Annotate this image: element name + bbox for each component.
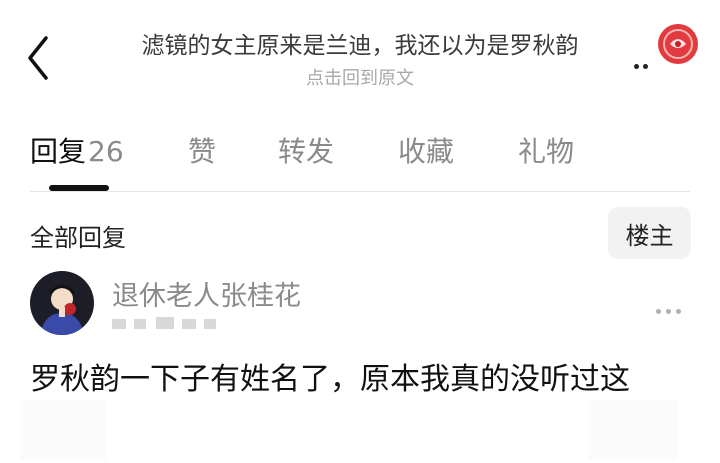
faded-area	[588, 400, 678, 460]
header: 滤镜的女主原来是兰迪，我还以为是罗秋韵 点击回到原文	[0, 0, 720, 100]
divider	[30, 191, 690, 192]
reply-username[interactable]: 退休老人张桂花	[112, 274, 301, 313]
back-to-original-link[interactable]: 点击回到原文	[110, 64, 610, 90]
owner-only-button[interactable]: 楼主	[608, 207, 691, 259]
reply-meta	[112, 313, 222, 335]
tab-bar: 回复26 赞 转发 收藏 礼物	[0, 118, 720, 192]
tab-likes[interactable]: 赞	[188, 130, 216, 170]
avatar[interactable]	[30, 271, 94, 335]
reply-more-icon[interactable]	[656, 299, 692, 314]
tab-forwards[interactable]: 转发	[278, 130, 334, 170]
tab-replies-count: 26	[88, 135, 124, 168]
page-title: 滤镜的女主原来是兰迪，我还以为是罗秋韵	[141, 33, 579, 59]
all-replies-label: 全部回复	[30, 224, 126, 252]
tab-gifts[interactable]: 礼物	[518, 130, 574, 170]
tab-replies[interactable]: 回复26	[30, 130, 124, 170]
faded-area	[20, 400, 106, 460]
reply-text: 罗秋韵一下子有姓名了，原本我真的没听过这	[30, 362, 630, 397]
tab-favorites[interactable]: 收藏	[398, 130, 454, 170]
emblem-icon	[656, 22, 700, 66]
back-arrow-icon[interactable]	[22, 34, 62, 82]
tab-replies-label: 回复	[30, 135, 87, 168]
